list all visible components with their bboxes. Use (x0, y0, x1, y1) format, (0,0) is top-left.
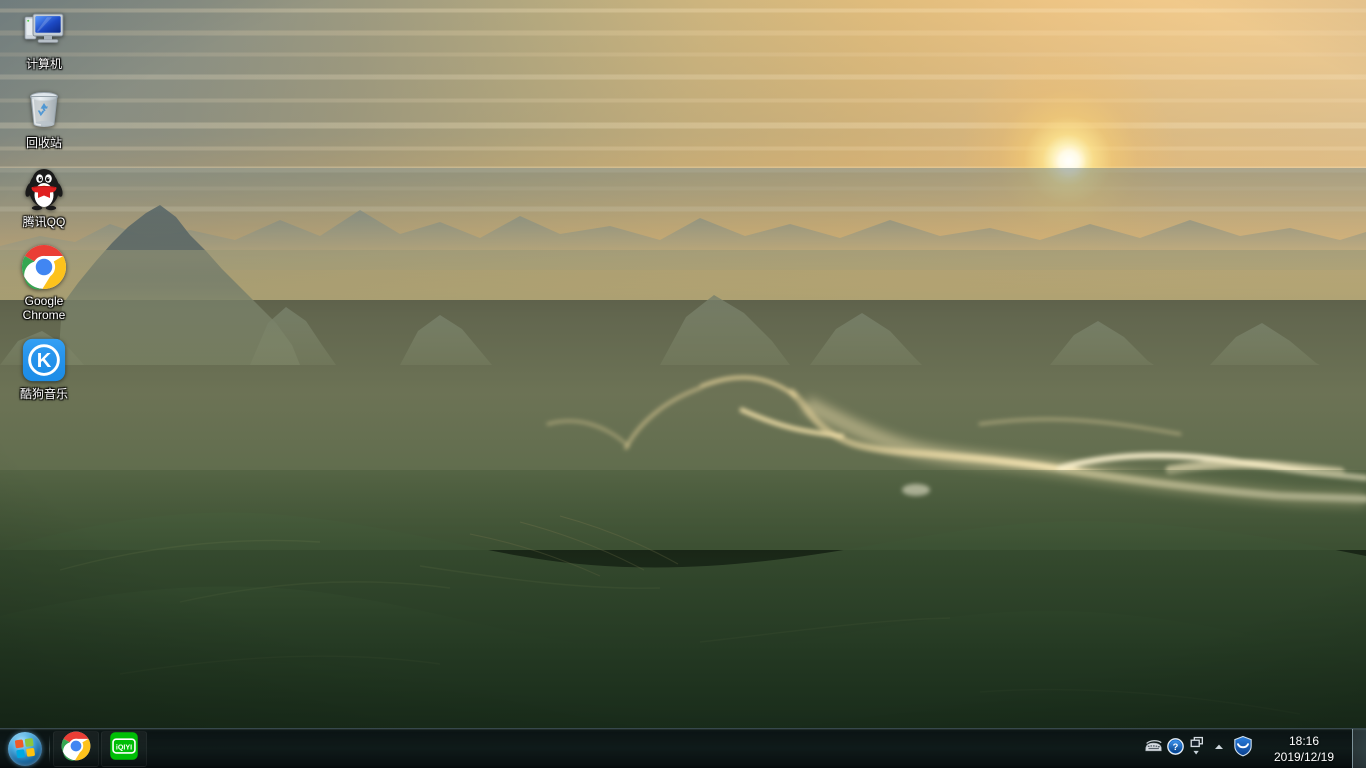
system-tray[interactable]: ? 18:16 2019/12/19 (1142, 728, 1366, 768)
recycle-bin-icon (20, 85, 68, 133)
show-desktop-button[interactable] (1352, 728, 1366, 768)
tencent-qq-penguin-icon (20, 164, 68, 212)
kugou-music-icon: K (20, 336, 68, 384)
google-chrome-icon (20, 243, 68, 291)
svg-text:K: K (37, 350, 52, 372)
google-chrome-icon (61, 731, 91, 766)
windows-start-orb-icon (8, 731, 42, 766)
desktop-icon-grid: 计算机 回收站 腾讯QQ Google Chrome K 酷狗音乐 (0, 6, 92, 415)
desktop-icon-google-chrome[interactable]: Google Chrome (4, 243, 84, 322)
ime-keyboard-icon (1144, 739, 1163, 759)
security-shield-icon (1233, 735, 1253, 762)
taskbar-clock[interactable]: 18:16 2019/12/19 (1256, 729, 1352, 768)
help-question-icon: ? (1166, 737, 1184, 760)
clock-date: 2019/12/19 (1273, 749, 1335, 764)
svg-text:?: ? (1172, 742, 1178, 752)
desktop-icon-tencent-qq[interactable]: 腾讯QQ (4, 164, 84, 229)
iqiyi-icon: iQIYI (109, 731, 139, 766)
show-hidden-icons-chevron-up-icon (1212, 740, 1226, 758)
tray-item-windows[interactable] (1186, 734, 1208, 764)
desktop-icon-computer[interactable]: 计算机 (4, 6, 84, 71)
iqiyi-badge-text: iQIYI (116, 743, 132, 751)
desktop-icon-recycle-bin[interactable]: 回收站 (4, 85, 84, 150)
window-stack-icon (1189, 735, 1205, 762)
computer-icon (20, 6, 68, 54)
desktop-icon-label: 腾讯QQ (22, 215, 66, 229)
wallpaper-vignette (0, 0, 1366, 768)
start-button[interactable] (3, 730, 47, 768)
tray-item-help[interactable]: ? (1164, 734, 1186, 764)
desktop-icon-label: 回收站 (25, 136, 62, 150)
tray-item-security-shield[interactable] (1230, 734, 1256, 764)
taskbar-item-iqiyi[interactable]: iQIYI (101, 730, 147, 767)
clock-time: 18:16 (1288, 733, 1320, 748)
taskbar[interactable]: iQIYI ? 18:16 2019/12/19 (0, 728, 1366, 768)
desktop-icon-label: Google Chrome (22, 294, 66, 322)
taskbar-item-google-chrome[interactable] (53, 730, 99, 767)
taskbar-separator (49, 734, 50, 763)
desktop-icon-kugou-music[interactable]: K 酷狗音乐 (4, 336, 84, 401)
tray-item-show-hidden-icons[interactable] (1208, 734, 1230, 764)
desktop-icon-label: 计算机 (25, 57, 62, 71)
desktop-icon-label: 酷狗音乐 (19, 387, 68, 401)
desktop[interactable]: 计算机 回收站 腾讯QQ Google Chrome K 酷狗音乐 iQIYI … (0, 0, 1366, 768)
tray-item-ime[interactable] (1142, 734, 1164, 764)
